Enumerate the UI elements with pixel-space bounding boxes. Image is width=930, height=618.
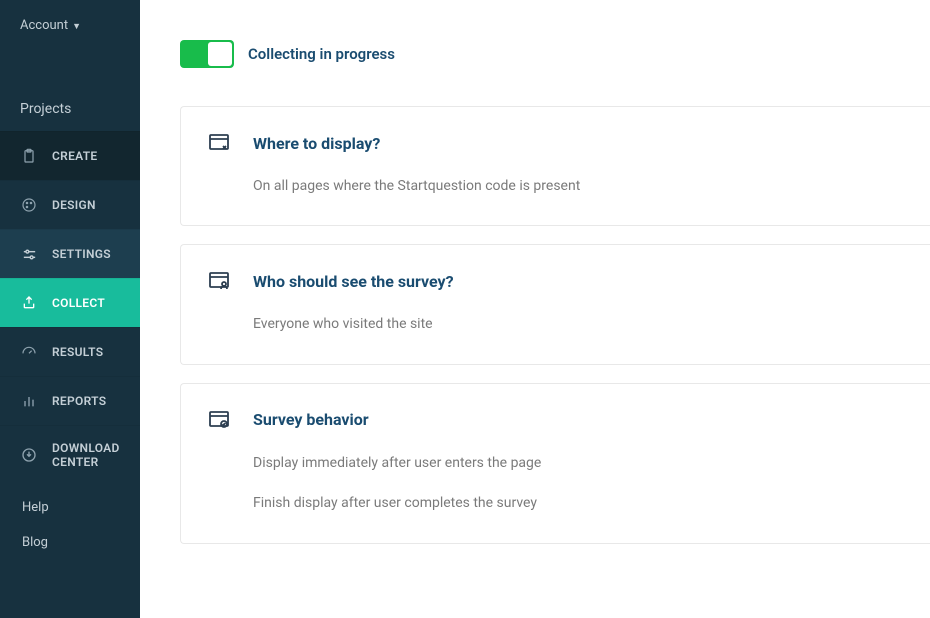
sidebar-item-reports[interactable]: REPORTS: [0, 376, 140, 425]
card-title: Where to display?: [253, 134, 380, 153]
card-survey-behavior[interactable]: Survey behavior Display immediately afte…: [180, 383, 930, 544]
sidebar-item-settings[interactable]: SETTINGS: [0, 229, 140, 278]
account-menu[interactable]: Account ▼: [0, 0, 140, 51]
window-icon: [207, 131, 231, 155]
card-text: Finish display after user completes the …: [253, 492, 904, 514]
collecting-toggle[interactable]: [180, 40, 234, 68]
card-header: Where to display?: [207, 131, 904, 155]
account-label: Account: [20, 18, 68, 33]
palette-icon: [20, 196, 38, 214]
nav-label: REPORTS: [52, 394, 106, 408]
sidebar-item-results[interactable]: RESULTS: [0, 327, 140, 376]
share-icon: [20, 294, 38, 312]
sidebar-spacer: [0, 51, 140, 91]
footer-link-blog[interactable]: Blog: [0, 525, 140, 560]
sliders-icon: [20, 245, 38, 263]
sidebar-item-download-center[interactable]: DOWNLOAD CENTER: [0, 425, 140, 484]
sidebar-item-collect[interactable]: COLLECT: [0, 278, 140, 327]
sidebar-item-design[interactable]: DESIGN: [0, 180, 140, 229]
main-content: Collecting in progress Where to display?…: [140, 0, 930, 618]
clipboard-icon: [20, 147, 38, 165]
nav-label: DOWNLOAD CENTER: [52, 441, 120, 469]
card-header: Who should see the survey?: [207, 269, 904, 293]
nav-label: SETTINGS: [52, 247, 111, 261]
status-label: Collecting in progress: [248, 45, 395, 63]
download-icon: [20, 446, 38, 464]
sidebar: Account ▼ Projects CREATE DESIGN SETTING…: [0, 0, 140, 618]
card-body: Display immediately after user enters th…: [207, 452, 904, 515]
card-text: Everyone who visited the site: [253, 313, 904, 335]
card-title: Who should see the survey?: [253, 272, 454, 291]
gauge-icon: [20, 343, 38, 361]
caret-down-icon: ▼: [72, 21, 81, 32]
card-body: On all pages where the Startquestion cod…: [207, 175, 904, 197]
toggle-knob: [208, 42, 232, 66]
sidebar-footer: Help Blog: [0, 490, 140, 560]
card-title: Survey behavior: [253, 410, 369, 429]
bar-chart-icon: [20, 392, 38, 410]
card-body: Everyone who visited the site: [207, 313, 904, 335]
card-where-to-display[interactable]: Where to display? On all pages where the…: [180, 106, 930, 226]
status-row: Collecting in progress: [180, 40, 930, 68]
nav-label: CREATE: [52, 149, 97, 163]
footer-link-help[interactable]: Help: [0, 490, 140, 525]
card-header: Survey behavior: [207, 408, 904, 432]
sidebar-projects-link[interactable]: Projects: [0, 91, 140, 131]
card-who-should-see[interactable]: Who should see the survey? Everyone who …: [180, 244, 930, 364]
check-window-icon: [207, 408, 231, 432]
sidebar-item-create[interactable]: CREATE: [0, 131, 140, 180]
user-window-icon: [207, 269, 231, 293]
card-text: Display immediately after user enters th…: [253, 452, 904, 474]
nav-label: COLLECT: [52, 296, 105, 310]
nav-label: RESULTS: [52, 345, 103, 359]
nav-label: DESIGN: [52, 198, 96, 212]
card-text: On all pages where the Startquestion cod…: [253, 175, 904, 197]
